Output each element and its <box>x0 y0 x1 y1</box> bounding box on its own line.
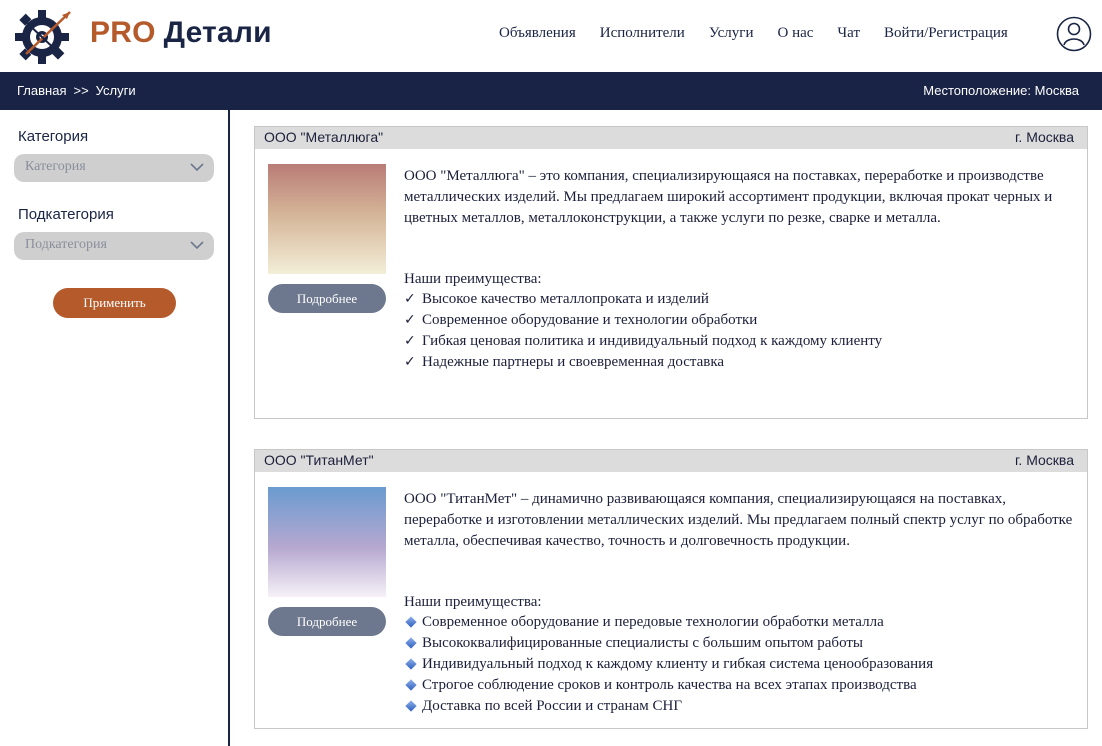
diamond-bullet-icon <box>405 658 417 670</box>
subcategory-select-value: Подкатегория <box>25 237 107 252</box>
gear-logo-icon[interactable] <box>12 4 78 66</box>
nav-ads[interactable]: Объявления <box>499 25 576 42</box>
breadcrumb-separator: >> <box>73 83 89 98</box>
diamond-bullet-icon <box>405 637 417 649</box>
company-name[interactable]: ООО "Металлюга" <box>264 129 383 145</box>
diamond-bullet-icon <box>405 679 417 691</box>
company-image <box>268 487 386 597</box>
list-item: Индивидуальный подход к каждому клиенту … <box>404 654 933 675</box>
nav-login[interactable]: Войти/Регистрация <box>884 25 1008 42</box>
nav-services[interactable]: Услуги <box>709 25 754 42</box>
category-select-value: Категория <box>25 159 86 174</box>
list-item: Строгое соблюдение сроков и контроль кач… <box>404 675 933 696</box>
list-item: ✓ Высокое качество металлопроката и издел… <box>404 289 882 310</box>
subcategory-select[interactable]: Подкатегория <box>14 232 214 260</box>
diamond-bullet-icon <box>405 700 417 712</box>
nav-chat[interactable]: Чат <box>837 25 860 42</box>
list-item: ✓ Надежные партнеры и своевременная доста… <box>404 352 882 373</box>
location-label[interactable]: Местоположение: Москва <box>923 83 1079 98</box>
company-name[interactable]: ООО "ТитанМет" <box>264 452 374 468</box>
filter-sidebar: Категория Категория Подкатегория Подкате… <box>0 110 230 746</box>
brand-name: Детали <box>163 16 272 49</box>
breadcrumb-bar: Главная >> Услуги Местоположение: Москва <box>0 72 1102 110</box>
user-avatar-icon[interactable] <box>1056 16 1092 52</box>
company-image <box>268 164 386 274</box>
advantages-list: Современное оборудование и передовые тех… <box>404 612 933 717</box>
card-header: ООО "ТитанМет" г. Москва <box>255 450 1087 472</box>
checkmark-icon: ✓ <box>404 354 416 370</box>
company-description: ООО "Металлюга" – это компания, специали… <box>404 168 1053 226</box>
nav-about[interactable]: О нас <box>777 25 813 42</box>
company-card: ООО "ТитанМет" г. Москва Подробнее ООО "… <box>254 449 1088 729</box>
list-item: ✓ Гибкая ценовая политика и индивидуальны… <box>404 331 882 352</box>
nav-performers[interactable]: Исполнители <box>600 25 685 42</box>
list-item: Современное оборудование и передовые тех… <box>404 612 933 633</box>
company-description: ООО "ТитанМет" – динамично развивающаяся… <box>404 491 1073 549</box>
list-item: Доставка по всей России и странам СНГ <box>404 696 933 717</box>
company-card: ООО "Металлюга" г. Москва Подробнее ООО … <box>254 126 1088 419</box>
diamond-bullet-icon <box>405 616 417 628</box>
list-item: ✓ Современное оборудование и технологии о… <box>404 310 882 331</box>
card-header: ООО "Металлюга" г. Москва <box>255 127 1087 149</box>
company-city: г. Москва <box>1015 452 1074 468</box>
advantages-list: ✓ Высокое качество металлопроката и издел… <box>404 289 882 373</box>
chevron-down-icon <box>190 241 204 250</box>
breadcrumb: Главная >> Услуги <box>17 83 136 98</box>
breadcrumb-services: Услуги <box>95 83 136 98</box>
more-button[interactable]: Подробнее <box>268 607 386 636</box>
subcategory-label: Подкатегория <box>18 206 114 223</box>
brand-pro: PRO <box>90 16 156 49</box>
company-city: г. Москва <box>1015 129 1074 145</box>
advantages-title: Наши преимущества: <box>404 594 542 610</box>
more-button[interactable]: Подробнее <box>268 284 386 313</box>
breadcrumb-home[interactable]: Главная <box>17 83 66 98</box>
advantages-title: Наши преимущества: <box>404 271 542 287</box>
category-label: Категория <box>18 128 89 145</box>
checkmark-icon: ✓ <box>404 333 416 349</box>
chevron-down-icon <box>190 163 204 172</box>
list-item: Высококвалифицированные специалисты с бо… <box>404 633 933 654</box>
apply-button[interactable]: Применить <box>53 288 176 318</box>
checkmark-icon: ✓ <box>404 312 416 328</box>
main-nav: Объявления Исполнители Услуги О нас Чат … <box>499 25 1008 42</box>
brand-title[interactable]: PRO Детали <box>90 16 272 50</box>
category-select[interactable]: Категория <box>14 154 214 182</box>
site-header: PRO Детали Объявления Исполнители Услуги … <box>0 0 1102 72</box>
checkmark-icon: ✓ <box>404 291 416 307</box>
